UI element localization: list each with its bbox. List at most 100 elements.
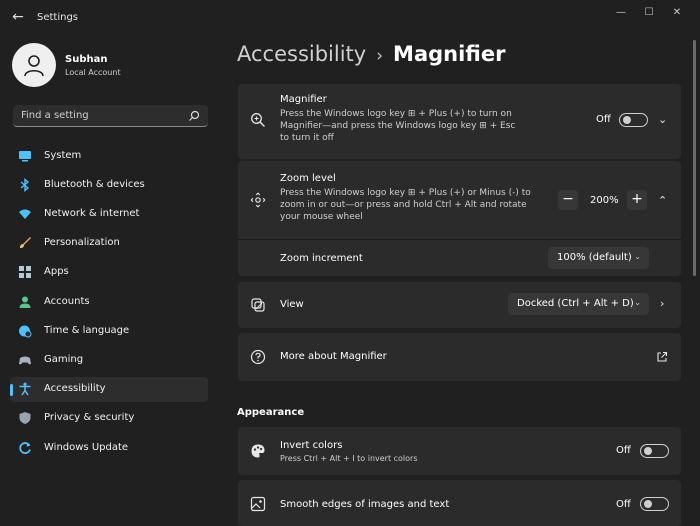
person-avatar-icon	[24, 55, 44, 77]
sidebar-item-label: Time & language	[44, 325, 130, 336]
smooth-edges-toggle[interactable]	[640, 497, 669, 511]
magnifier-state-label: Off	[596, 114, 611, 125]
maximize-button[interactable]: ☐	[636, 6, 662, 20]
sidebar-item-label: Windows Update	[44, 442, 129, 453]
shield-icon	[19, 412, 31, 424]
wifi-icon	[19, 209, 31, 219]
chevron-down-icon: ⌄	[634, 252, 641, 261]
sidebar-item-personalization[interactable]: Personalization	[10, 231, 208, 256]
back-button[interactable]: ←	[8, 8, 28, 26]
sidebar-item-label: Privacy & security	[44, 412, 135, 423]
external-link-icon[interactable]	[656, 351, 668, 363]
zoom-increment-value: 100% (default)	[557, 252, 632, 263]
person-icon	[19, 296, 31, 308]
magnifier-desc-line: Press the Windows logo key ⊞ + Plus (+) …	[280, 109, 512, 119]
image-icon	[250, 496, 266, 512]
sidebar-item-label: Gaming	[44, 354, 84, 365]
sidebar-item-label: System	[44, 150, 82, 161]
brush-icon	[20, 237, 31, 248]
zoom-level-title: Zoom level	[280, 173, 336, 184]
search-input[interactable]: Find a setting	[21, 110, 89, 121]
zoom-increment-label: Zoom increment	[280, 253, 363, 264]
breadcrumb-separator: ›	[376, 46, 384, 66]
divider	[238, 239, 681, 240]
sidebar-item-label: Accounts	[44, 296, 90, 307]
gamepad-icon	[19, 356, 31, 365]
zoom-desc-line: Press the Windows logo key ⊞ + Plus (+) …	[280, 188, 531, 198]
page-title: Magnifier	[393, 42, 506, 66]
chevron-right-icon[interactable]: ›	[660, 297, 664, 310]
sidebar-item-bluetooth[interactable]: Bluetooth & devices	[10, 173, 208, 198]
user-account-type: Local Account	[65, 68, 121, 77]
smooth-edges-title: Smooth edges of images and text	[280, 499, 450, 510]
breadcrumb-parent[interactable]: Accessibility	[237, 42, 366, 66]
sidebar-item-accounts[interactable]: Accounts	[10, 290, 208, 315]
sidebar-item-gaming[interactable]: Gaming	[10, 348, 208, 373]
palette-icon	[251, 444, 265, 458]
sidebar-item-accessibility[interactable]: Accessibility	[10, 377, 208, 402]
avatar[interactable]	[12, 43, 56, 87]
update-icon	[19, 442, 31, 454]
zoom-level-card: Zoom level Press the Windows logo key ⊞ …	[238, 161, 681, 276]
sidebar-item-apps[interactable]: Apps	[10, 260, 208, 285]
bluetooth-icon	[20, 178, 30, 192]
zoom-level-icon	[250, 192, 266, 208]
sidebar-item-label: Apps	[44, 266, 69, 277]
invert-colors-description: Press Ctrl + Alt + I to invert colors	[280, 454, 418, 463]
close-button[interactable]: ✕	[664, 6, 690, 20]
invert-colors-card[interactable]: Invert colors Press Ctrl + Alt + I to in…	[238, 427, 681, 475]
breadcrumb: Accessibility › Magnifier	[237, 42, 505, 66]
magnifier-desc-line: Magnifier—and press the Windows logo key…	[280, 121, 516, 131]
smooth-edges-card[interactable]: Smooth edges of images and text Off	[238, 480, 681, 526]
view-icon	[251, 298, 265, 312]
sidebar-item-system[interactable]: System	[10, 144, 208, 169]
sidebar-item-time-language[interactable]: Time & language	[10, 319, 208, 344]
invert-colors-toggle[interactable]	[640, 444, 669, 458]
view-card[interactable]: View Docked (Ctrl + Alt + D) ⌄ ›	[238, 282, 681, 328]
zoom-desc-line: your mouse wheel	[280, 212, 363, 222]
appearance-heading: Appearance	[237, 407, 305, 418]
help-icon	[250, 349, 266, 365]
magnifier-desc-line: to turn it off	[280, 133, 334, 143]
sidebar-item-network[interactable]: Network & internet	[10, 202, 208, 227]
collapse-chevron-icon[interactable]: ⌃	[658, 194, 667, 207]
view-selected-value: Docked (Ctrl + Alt + D)	[517, 298, 634, 309]
magnifier-toggle[interactable]	[619, 113, 648, 127]
minimize-button[interactable]: —	[608, 6, 634, 20]
globe-clock-icon	[19, 325, 32, 338]
expand-chevron-icon[interactable]: ⌄	[658, 113, 667, 126]
magnifier-card[interactable]: Magnifier Press the Windows logo key ⊞ +…	[238, 84, 681, 159]
view-dropdown[interactable]: Docked (Ctrl + Alt + D) ⌄	[508, 293, 649, 315]
zoom-in-button[interactable]: +	[627, 190, 647, 210]
user-name: Subhan	[65, 54, 108, 65]
scrollbar[interactable]	[693, 40, 696, 276]
toggle-knob	[644, 500, 652, 508]
more-about-magnifier-link[interactable]: More about Magnifier	[238, 333, 681, 381]
smooth-edges-state-label: Off	[616, 499, 631, 510]
search-box[interactable]: Find a setting	[13, 105, 208, 127]
chevron-down-icon: ⌄	[634, 298, 641, 307]
invert-colors-state-label: Off	[616, 445, 631, 456]
toggle-knob	[644, 447, 652, 455]
zoom-level-description: Press the Windows logo key ⊞ + Plus (+) …	[280, 187, 535, 223]
magnifier-description: Press the Windows logo key ⊞ + Plus (+) …	[280, 108, 535, 144]
zoom-increment-dropdown[interactable]: 100% (default) ⌄	[548, 247, 649, 269]
more-about-title: More about Magnifier	[280, 351, 387, 362]
monitor-icon	[19, 151, 31, 162]
sidebar-item-label: Personalization	[44, 237, 120, 248]
accessibility-icon	[19, 382, 31, 396]
invert-colors-title: Invert colors	[280, 440, 343, 451]
sidebar-item-label: Bluetooth & devices	[44, 179, 145, 190]
sidebar-item-label: Accessibility	[44, 383, 106, 394]
sidebar-item-label: Network & internet	[44, 208, 140, 219]
zoom-out-button[interactable]: −	[558, 190, 578, 210]
active-indicator	[10, 384, 13, 396]
sidebar-item-privacy-security[interactable]: Privacy & security	[10, 406, 208, 431]
toggle-knob	[623, 116, 631, 124]
view-title: View	[280, 299, 304, 310]
search-icon[interactable]	[187, 109, 201, 123]
magnifier-title: Magnifier	[280, 94, 327, 105]
sidebar-item-windows-update[interactable]: Windows Update	[10, 436, 208, 461]
zoom-level-value: 200%	[590, 195, 619, 206]
title-bar: ← Settings — ☐ ✕	[0, 0, 700, 34]
